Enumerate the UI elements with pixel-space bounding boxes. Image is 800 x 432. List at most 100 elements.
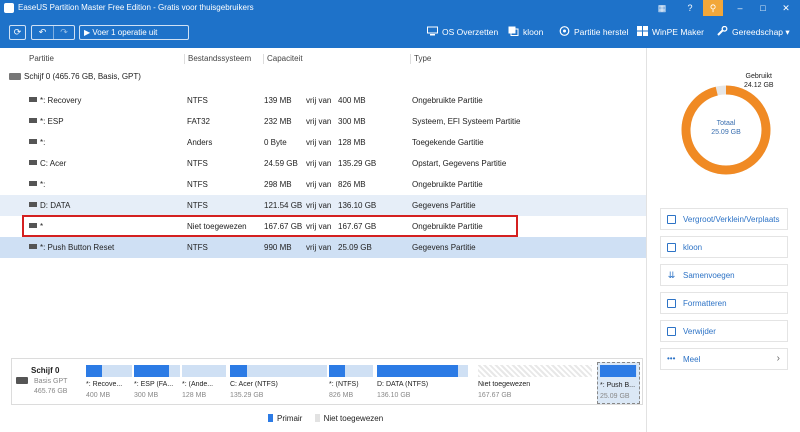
table-row[interactable]: *: Push Button Reset NTFS 990 MB vrij va… xyxy=(0,237,646,258)
used-cell: 139 MB xyxy=(264,96,292,105)
type-cell: Opstart, Gegevens Partitie xyxy=(412,159,507,168)
resize-move-button[interactable]: Vergroot/Verklein/Verplaats xyxy=(660,208,788,230)
delete-label: Verwijder xyxy=(683,327,716,336)
filesystem-cell: NTFS xyxy=(187,159,208,168)
winpe-maker-button[interactable]: WinPE Maker xyxy=(637,24,704,40)
redo-icon[interactable]: ↷ xyxy=(53,26,74,39)
close-icon[interactable]: ✕ xyxy=(776,0,796,16)
partition-name: *: ESP xyxy=(29,117,64,126)
delete-button[interactable]: Verwijder xyxy=(660,320,788,342)
table-row[interactable]: D: DATA NTFS 121.54 GB vrij van 136.10 G… xyxy=(0,195,646,216)
free-label-cell: vrij van xyxy=(306,201,332,210)
used-cell: 232 MB xyxy=(264,117,292,126)
partition-map-size: 136.10 GB xyxy=(377,392,411,399)
partition-used-fill xyxy=(230,365,248,377)
partition-name: D: DATA xyxy=(29,201,70,210)
app-logo-icon xyxy=(4,3,14,13)
total-cell: 128 MB xyxy=(338,138,366,147)
refresh-button[interactable]: ⟳ xyxy=(9,25,26,40)
disk-map: Schijf 0 Basis GPT 465.76 GB *: Recove..… xyxy=(11,358,643,405)
partition-recovery-button[interactable]: Partitie herstel xyxy=(559,24,628,40)
minimize-icon[interactable]: – xyxy=(730,0,750,16)
table-row[interactable]: *: ESP FAT32 232 MB vrij van 300 MB Syst… xyxy=(0,111,646,132)
type-cell: Systeem, EFI Systeem Partitie xyxy=(412,117,521,126)
partition-map-label: *: (Ande... xyxy=(182,381,214,388)
column-header-type[interactable]: Type xyxy=(414,54,431,63)
partition-map-size: 400 MB xyxy=(86,392,111,399)
format-button[interactable]: Formatteren xyxy=(660,292,788,314)
clone-button[interactable]: kloon xyxy=(508,24,543,40)
undo-icon[interactable]: ↶ xyxy=(32,26,53,39)
disk-map-partition[interactable]: D: DATA (NTFS) 136.10 GB xyxy=(377,365,468,403)
disk-map-partition-selected[interactable]: *: Push B... 25.09 GB xyxy=(597,362,640,404)
used-value: 24.12 GB xyxy=(744,82,774,89)
table-row[interactable]: C: Acer NTFS 24.59 GB vrij van 135.29 GB… xyxy=(0,153,646,174)
toolbar: ⟳ ↶ ↷ ▶ Voer 1 operatie uit OS Overzette… xyxy=(0,16,800,48)
legend-unallocated-swatch xyxy=(314,414,320,422)
column-header-filesystem[interactable]: Bestandssysteem xyxy=(188,54,251,63)
title-bar: EaseUS Partition Master Free Edition - G… xyxy=(0,0,800,16)
partition-icon xyxy=(29,139,37,144)
total-cell: 300 MB xyxy=(338,117,366,126)
partition-icon xyxy=(29,160,37,165)
partition-used-fill xyxy=(86,365,103,377)
key-icon[interactable]: ⚲ xyxy=(703,0,723,16)
total-cell: 25.09 GB xyxy=(338,243,372,252)
partition-bar xyxy=(182,365,226,377)
total-caption: Totaal xyxy=(716,120,736,127)
resize-move-label: Vergroot/Verklein/Verplaats xyxy=(683,215,780,224)
merge-button[interactable]: ⇊ Samenvoegen xyxy=(660,264,788,286)
more-button[interactable]: ••• Meel › xyxy=(660,348,788,370)
column-header-partition[interactable]: Partitie xyxy=(29,54,54,63)
disk-map-partition[interactable]: *: (Ande... 128 MB xyxy=(182,365,226,403)
table-row[interactable]: *: NTFS 298 MB vrij van 826 MB Ongebruik… xyxy=(0,174,646,195)
type-cell: Gegevens Partitie xyxy=(412,201,476,210)
free-label-cell: vrij van xyxy=(306,138,332,147)
play-icon: ▶ xyxy=(84,28,91,37)
os-migrate-label: OS Overzetten xyxy=(442,27,499,37)
legend-primary-label: Primair xyxy=(277,414,303,423)
tools-button[interactable]: Gereedschap ▾ xyxy=(717,24,790,40)
disk-map-partition[interactable]: *: Recove... 400 MB xyxy=(86,365,132,403)
disk-map-disk[interactable]: Schijf 0 Basis GPT 465.76 GB xyxy=(16,365,84,403)
partition-icon xyxy=(29,118,37,123)
wrench-icon xyxy=(717,26,728,36)
panel-divider xyxy=(646,48,647,432)
type-cell: Gegevens Partitie xyxy=(412,243,476,252)
winpe-maker-label: WinPE Maker xyxy=(652,27,704,37)
disk-map-unallocated[interactable]: Niet toegewezen 167.67 GB xyxy=(478,365,592,403)
table-row[interactable]: *: Recovery NTFS 139 MB vrij van 400 MB … xyxy=(0,90,646,111)
help-icon[interactable]: ? xyxy=(680,0,700,16)
total-label-block: Totaal 25.09 GB xyxy=(700,119,752,137)
apply-operations-button[interactable]: ▶ Voer 1 operatie uit xyxy=(79,25,189,40)
column-header-capacity[interactable]: Capaciteit xyxy=(267,54,303,63)
column-divider xyxy=(263,54,264,64)
partition-map-label: *: Push B... xyxy=(600,382,636,389)
partition-map-size: 128 MB xyxy=(182,392,207,399)
maximize-icon[interactable]: □ xyxy=(753,0,773,16)
table-row[interactable]: *: Anders 0 Byte vrij van 128 MB Toegeke… xyxy=(0,132,646,153)
partition-map-size: 826 MB xyxy=(329,392,354,399)
free-label-cell: vrij van xyxy=(306,96,332,105)
used-cell: 121.54 GB xyxy=(264,201,303,210)
undo-redo-group: ↶ ↷ xyxy=(31,25,75,40)
filesystem-cell: NTFS xyxy=(187,201,208,210)
partition-map-size: 25.09 GB xyxy=(600,393,630,400)
used-cell: 0 Byte xyxy=(264,138,287,147)
merge-label: Samenvoegen xyxy=(683,271,735,280)
clone-partition-button[interactable]: kloon xyxy=(660,236,788,258)
hard-disk-icon xyxy=(9,73,21,80)
partition-used-fill xyxy=(377,365,458,377)
disk-map-partition[interactable]: C: Acer (NTFS) 135.29 GB xyxy=(230,365,327,403)
partition-icon xyxy=(29,244,37,249)
filesystem-cell: Anders xyxy=(187,138,213,147)
disk-map-partition[interactable]: *: (NTFS) 826 MB xyxy=(329,365,373,403)
grid-icon[interactable]: ▦ xyxy=(652,0,672,16)
disk-map-partition[interactable]: *: ESP (FA... 300 MB xyxy=(134,365,180,403)
filesystem-cell: NTFS xyxy=(187,180,208,189)
chevron-right-icon: › xyxy=(776,353,780,364)
free-label-cell: vrij van xyxy=(306,117,332,126)
os-migrate-button[interactable]: OS Overzetten xyxy=(427,24,498,40)
disk-row[interactable]: Schijf 0 (465.76 GB, Basis, GPT) xyxy=(9,72,141,81)
total-cell: 136.10 GB xyxy=(338,201,377,210)
